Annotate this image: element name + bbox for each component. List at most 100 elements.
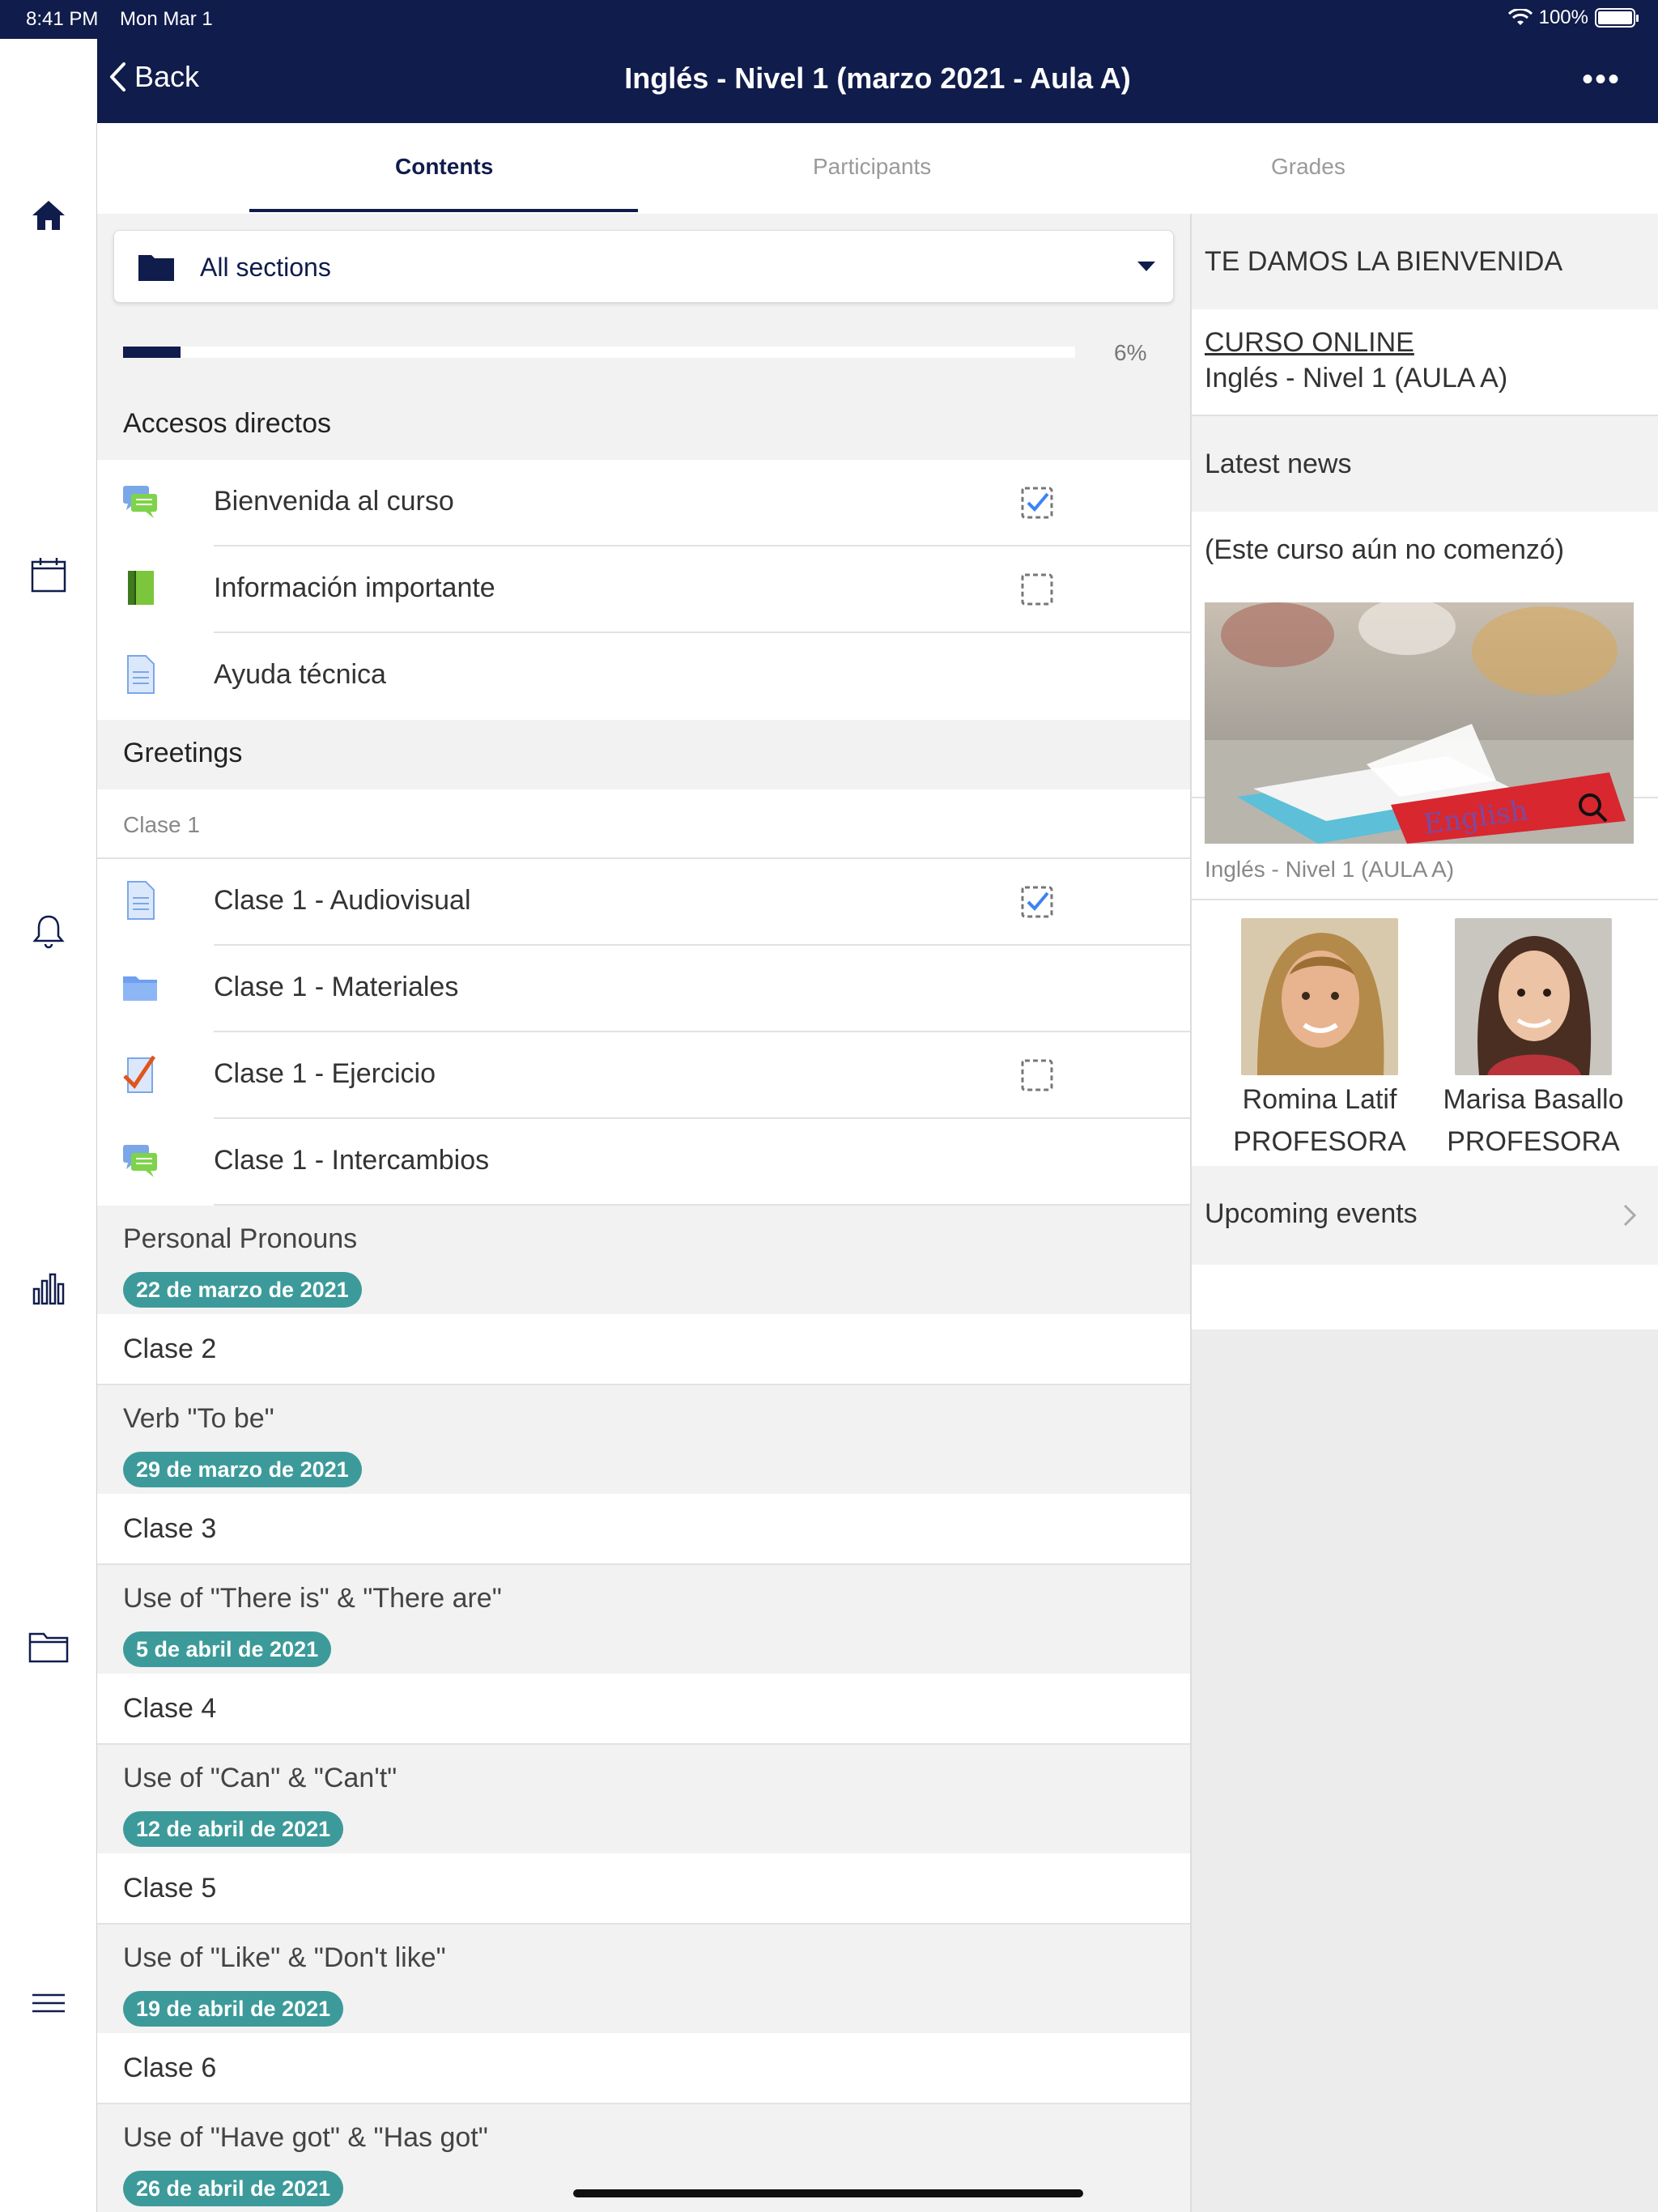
top-bar: 8:41 PM Mon Mar 1 100% Back Inglés - Niv… — [0, 0, 1658, 123]
subheading-text: Clase 1 — [123, 812, 200, 837]
topic-date-badge: 26 de abril de 2021 — [123, 2171, 344, 2206]
topic-item[interactable]: Clase 6 — [97, 2033, 1190, 2104]
course-image[interactable]: English — [1205, 602, 1634, 844]
activity-row[interactable]: Clase 1 - Materiales — [97, 946, 1190, 1032]
topic-date-badge: 22 de marzo de 2021 — [123, 1272, 362, 1308]
section-title: Accesos directos — [123, 408, 331, 439]
page-icon — [127, 655, 155, 694]
active-tab-indicator — [249, 209, 638, 212]
tab-participants[interactable]: Participants — [813, 154, 931, 180]
folder-icon — [138, 255, 174, 281]
topic-item-label: Clase 2 — [123, 1334, 217, 1364]
activity-name: Clase 1 - Ejercicio — [214, 1058, 436, 1089]
home-indicator — [573, 2189, 1083, 2197]
completion-pending-checkbox[interactable] — [1020, 572, 1054, 606]
topic-item[interactable]: Clase 3 — [97, 1494, 1190, 1565]
forum-icon — [123, 486, 157, 518]
topic-item-label: Clase 3 — [123, 1513, 217, 1544]
section-selector[interactable]: All sections — [113, 230, 1174, 303]
completion-pending-checkbox[interactable] — [1020, 1058, 1054, 1092]
progress-fill — [123, 347, 181, 358]
topic-header[interactable]: Use of "Like" & "Don't like" 19 de abril… — [97, 1925, 1190, 2033]
topic-item[interactable]: Clase 5 — [97, 1853, 1190, 1925]
teacher-avatar — [1455, 918, 1612, 1075]
status-time: 8:41 PM — [26, 8, 99, 30]
course-tabs: Contents Participants Grades — [97, 123, 1658, 214]
topic-header[interactable]: Use of "There is" & "There are" 5 de abr… — [97, 1565, 1190, 1674]
image-caption: Inglés - Nivel 1 (AULA A) — [1205, 857, 1455, 882]
welcome-block-header: TE DAMOS LA BIENVENIDA — [1192, 214, 1658, 309]
progress-label: 6% — [1114, 340, 1147, 365]
latest-news-header: Latest news — [1192, 416, 1658, 512]
wifi-icon — [1507, 9, 1533, 25]
topic-title: Personal Pronouns — [123, 1223, 358, 1254]
status-bar: 8:41 PM Mon Mar 1 100% — [0, 0, 1658, 39]
activity-row[interactable]: Bienvenida al curso — [97, 460, 1190, 547]
section-subheading: Clase 1 — [97, 789, 1190, 859]
topic-title: Verb "To be" — [123, 1403, 274, 1434]
topic-date-badge: 19 de abril de 2021 — [123, 1991, 344, 2027]
bell-icon[interactable] — [24, 907, 73, 955]
activity-name: Información importante — [214, 572, 495, 603]
teacher-avatar — [1241, 918, 1398, 1075]
topic-item-label: Clase 6 — [123, 2052, 217, 2083]
activity-row[interactable]: Información importante — [97, 547, 1190, 633]
section-header-greetings: Greetings — [97, 720, 1190, 789]
activity-row[interactable]: Clase 1 - Audiovisual — [97, 859, 1190, 946]
home-icon[interactable] — [24, 191, 73, 240]
topic-item[interactable]: Clase 4 — [97, 1674, 1190, 1745]
latest-news-heading: Latest news — [1205, 449, 1352, 479]
teacher-card[interactable]: Romina Latif PROFESORA — [1222, 918, 1417, 1159]
chevron-down-icon — [1137, 262, 1155, 271]
topic-title: Use of "There is" & "There are" — [123, 1583, 502, 1614]
topic-header[interactable]: Verb "To be" 29 de marzo de 2021 — [97, 1385, 1190, 1494]
completion-done-checkbox[interactable] — [1020, 486, 1054, 520]
topic-title: Use of "Can" & "Can't" — [123, 1763, 397, 1793]
assignment-icon — [123, 1055, 156, 1093]
teacher-card[interactable]: Marisa Basallo PROFESORA — [1436, 918, 1630, 1159]
page-title: Inglés - Nivel 1 (marzo 2021 - Aula A) — [624, 62, 1131, 95]
calendar-icon[interactable] — [24, 551, 73, 599]
activity-row[interactable]: Clase 1 - Ejercicio — [97, 1032, 1190, 1119]
forum-icon — [123, 1145, 157, 1177]
tab-grades[interactable]: Grades — [1271, 154, 1346, 180]
topic-header[interactable]: Use of "Can" & "Can't" 12 de abril de 20… — [97, 1745, 1190, 1853]
battery-icon — [1595, 8, 1639, 28]
page-icon — [127, 881, 155, 920]
course-photo — [1205, 602, 1634, 844]
course-contents: All sections 6% Accesos directos Bienven… — [97, 214, 1190, 2212]
tab-contents[interactable]: Contents — [395, 154, 493, 180]
news-text: (Este curso aún no comenzó) — [1205, 534, 1565, 565]
activity-name: Bienvenida al curso — [214, 486, 454, 517]
teacher-name: Romina Latif — [1242, 1084, 1397, 1115]
topic-header[interactable]: Personal Pronouns 22 de marzo de 2021 — [97, 1206, 1190, 1314]
course-online-link[interactable]: CURSO ONLINE — [1205, 327, 1414, 359]
activity-name: Clase 1 - Intercambios — [214, 1145, 490, 1176]
activity-name: Clase 1 - Audiovisual — [214, 885, 471, 916]
topic-date-badge: 5 de abril de 2021 — [123, 1631, 332, 1667]
nav-bar: Back Inglés - Nivel 1 (marzo 2021 - Aula… — [97, 39, 1658, 123]
topic-title: Use of "Like" & "Don't like" — [123, 1942, 446, 1973]
book-icon — [128, 571, 154, 605]
topic-item[interactable]: Clase 2 — [97, 1314, 1190, 1385]
section-header-accesos: Accesos directos — [97, 389, 1190, 460]
upcoming-events-row[interactable]: Upcoming events — [1192, 1166, 1658, 1265]
activity-row[interactable]: Ayuda técnica — [97, 633, 1190, 720]
section-title: Greetings — [123, 738, 243, 768]
topic-item-label: Clase 4 — [123, 1693, 217, 1724]
topic-title: Use of "Have got" & "Has got" — [123, 2122, 488, 2153]
folder-icon — [123, 976, 157, 1001]
menu-icon[interactable] — [24, 1979, 73, 2027]
completion-done-checkbox[interactable] — [1020, 885, 1054, 919]
activity-row[interactable]: Clase 1 - Intercambios — [97, 1119, 1190, 1206]
more-options-button[interactable]: ••• — [1582, 62, 1621, 98]
grades-chart-icon[interactable] — [24, 1265, 73, 1313]
topic-item-label: Clase 5 — [123, 1873, 217, 1904]
side-menu-rail — [0, 39, 97, 2212]
files-folder-icon[interactable] — [24, 1623, 73, 1671]
topic-date-badge: 29 de marzo de 2021 — [123, 1452, 362, 1487]
teacher-role: PROFESORA — [1447, 1126, 1620, 1157]
battery-percent: 100% — [1538, 6, 1588, 28]
course-name: Inglés - Nivel 1 (AULA A) — [1205, 363, 1508, 393]
section-selector-label: All sections — [200, 253, 331, 282]
